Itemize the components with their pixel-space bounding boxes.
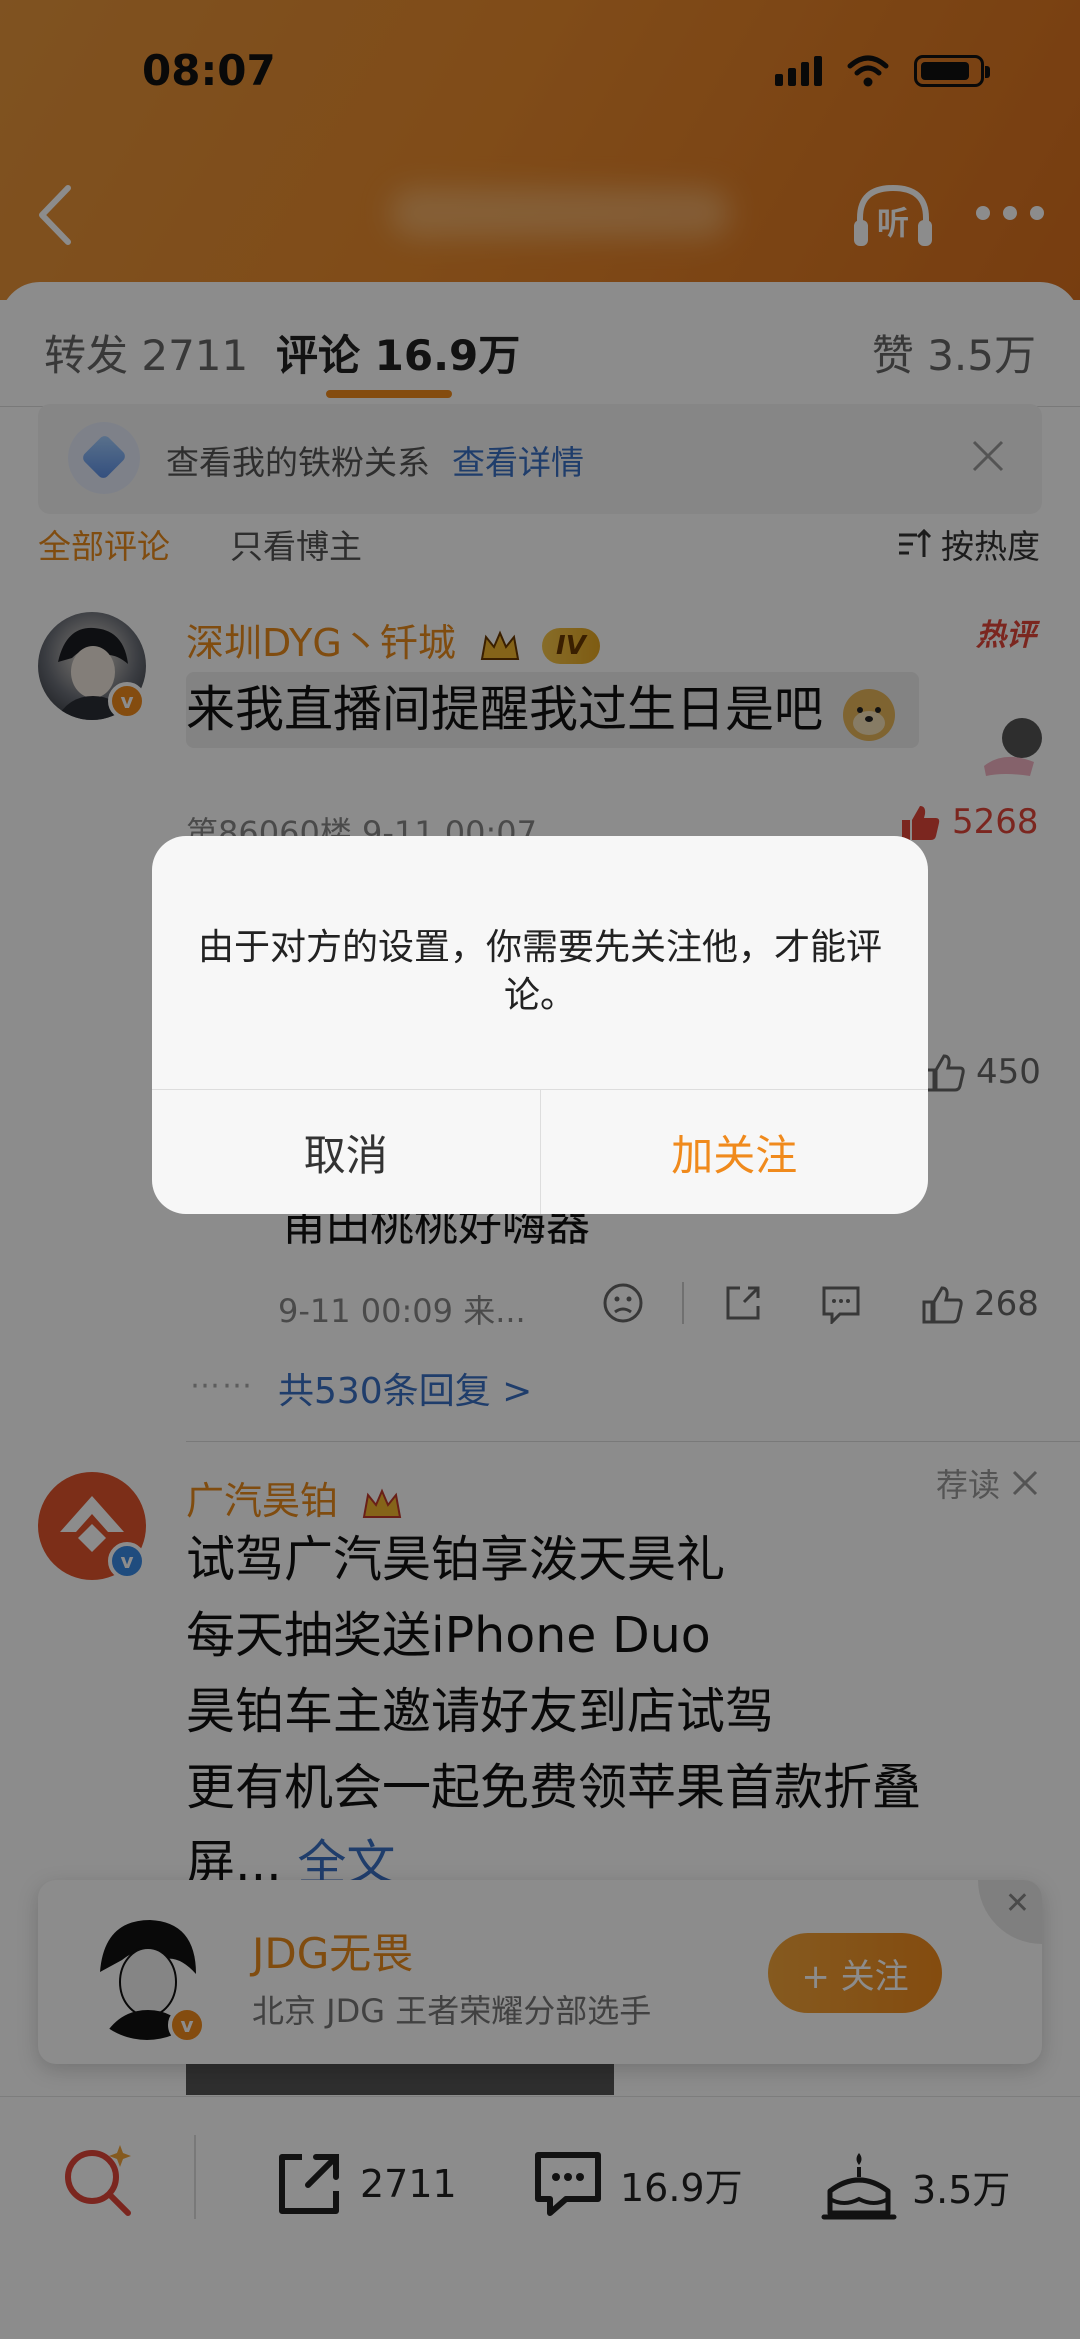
dialog-message: 由于对方的设置，你需要先关注他，才能评论。 — [197, 927, 882, 1016]
follow-required-dialog: 由于对方的设置，你需要先关注他，才能评论。 取消 加关注 — [152, 836, 928, 1214]
dialog-buttons: 取消 加关注 — [152, 1089, 928, 1214]
cancel-button[interactable]: 取消 — [152, 1090, 541, 1214]
add-follow-button[interactable]: 加关注 — [541, 1090, 929, 1214]
